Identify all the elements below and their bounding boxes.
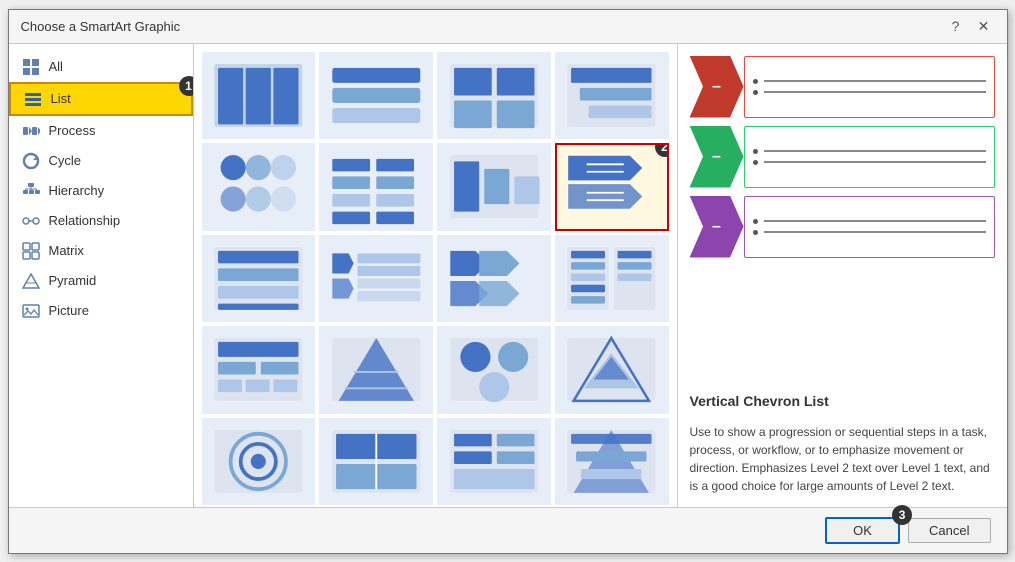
thumbnail-13[interactable] [202, 326, 316, 414]
dot-1a [753, 79, 758, 84]
ok-button[interactable]: OK [825, 517, 900, 544]
title-bar-left: Choose a SmartArt Graphic [21, 19, 181, 34]
sidebar-item-process[interactable]: Process [9, 116, 193, 146]
list-icon [23, 89, 43, 109]
dot-3a [753, 219, 758, 224]
chevron-minus-2: – [712, 148, 721, 166]
bullet-line-3a [753, 219, 986, 224]
bullet-line-2a [753, 149, 986, 154]
dash-3a [764, 220, 986, 222]
preview-description: Use to show a progression or sequential … [690, 423, 995, 495]
sidebar-label-list: List [51, 91, 71, 106]
preview-title: Vertical Chevron List [690, 393, 995, 409]
hierarchy-icon [21, 181, 41, 201]
thumbnail-10[interactable] [319, 235, 433, 323]
badge-1: 1 [179, 76, 194, 96]
thumbnail-4[interactable] [555, 52, 669, 140]
bullet-line-2b [753, 160, 986, 165]
chevron-minus-3: – [712, 218, 721, 236]
sidebar-label-hierarchy: Hierarchy [49, 183, 105, 198]
sidebar-label-matrix: Matrix [49, 243, 84, 258]
sidebar-label-cycle: Cycle [49, 153, 82, 168]
thumbnail-19[interactable] [437, 418, 551, 506]
preview-item-3: – [690, 196, 995, 258]
dash-2a [764, 150, 986, 152]
dialog-window: Choose a SmartArt Graphic ? ✕ All [8, 9, 1008, 554]
thumbnail-12[interactable] [555, 235, 669, 323]
thumbnail-9[interactable] [202, 235, 316, 323]
dash-2b [764, 161, 986, 163]
thumbnail-grid-area: 2 [194, 44, 677, 507]
dash-1a [764, 80, 986, 82]
thumbnail-5[interactable] [202, 143, 316, 231]
sidebar-item-cycle[interactable]: Cycle [9, 146, 193, 176]
all-icon [21, 57, 41, 77]
badge-3: 3 [892, 505, 912, 525]
sidebar-item-hierarchy[interactable]: Hierarchy [9, 176, 193, 206]
bullet-line-3b [753, 230, 986, 235]
preview-text-green [744, 126, 995, 188]
sidebar-item-relationship[interactable]: Relationship [9, 206, 193, 236]
sidebar-item-list[interactable]: List 1 [9, 82, 193, 116]
dash-3b [764, 231, 986, 233]
process-icon [21, 121, 41, 141]
cancel-button[interactable]: Cancel [908, 518, 990, 543]
dot-1b [753, 90, 758, 95]
ok-btn-wrapper: OK 3 [825, 517, 900, 544]
thumbnail-7[interactable] [437, 143, 551, 231]
picture-icon [21, 301, 41, 321]
thumbnail-11[interactable] [437, 235, 551, 323]
right-panel: – – [677, 44, 1007, 507]
bullet-line-1a [753, 79, 986, 84]
thumbnail-14[interactable] [319, 326, 433, 414]
preview-text-red [744, 56, 995, 118]
thumbnails-grid: 2 [202, 52, 669, 506]
thumbnail-1[interactable] [202, 52, 316, 140]
category-sidebar: All List 1 [9, 44, 194, 507]
chevron-red: – [690, 56, 744, 118]
sidebar-label-picture: Picture [49, 303, 89, 318]
sidebar-label-process: Process [49, 123, 96, 138]
title-bar: Choose a SmartArt Graphic ? ✕ [9, 10, 1007, 44]
sidebar-label-relationship: Relationship [49, 213, 121, 228]
dot-2b [753, 160, 758, 165]
preview-item-1: – [690, 56, 995, 118]
thumbnail-18[interactable] [319, 418, 433, 506]
thumbnail-scroll[interactable]: 2 [194, 44, 677, 507]
bullet-line-1b [753, 90, 986, 95]
sidebar-label-all: All [49, 59, 63, 74]
sidebar-item-matrix[interactable]: Matrix [9, 236, 193, 266]
thumbnail-2[interactable] [319, 52, 433, 140]
dot-2a [753, 149, 758, 154]
sidebar-item-picture[interactable]: Picture [9, 296, 193, 326]
thumbnail-chevron-selected[interactable]: 2 [555, 143, 669, 231]
sidebar-item-all[interactable]: All [9, 52, 193, 82]
title-bar-controls: ? ✕ [945, 15, 995, 37]
thumbnail-3[interactable] [437, 52, 551, 140]
sidebar-label-pyramid: Pyramid [49, 273, 97, 288]
dash-1b [764, 91, 986, 93]
thumbnail-16[interactable] [555, 326, 669, 414]
chevron-purple: – [690, 196, 744, 258]
chevron-green: – [690, 126, 744, 188]
thumbnail-17[interactable] [202, 418, 316, 506]
preview-text-purple [744, 196, 995, 258]
thumbnail-20[interactable] [555, 418, 669, 506]
relationship-icon [21, 211, 41, 231]
close-button[interactable]: ✕ [973, 15, 995, 37]
pyramid-icon [21, 271, 41, 291]
matrix-icon [21, 241, 41, 261]
thumbnail-6[interactable] [319, 143, 433, 231]
preview-item-2: – [690, 126, 995, 188]
bottom-bar: OK 3 Cancel [9, 507, 1007, 553]
dialog-content: All List 1 [9, 44, 1007, 507]
sidebar-item-pyramid[interactable]: Pyramid [9, 266, 193, 296]
preview-list: – – [690, 56, 995, 379]
help-button[interactable]: ? [945, 15, 967, 37]
dialog-title: Choose a SmartArt Graphic [21, 19, 181, 34]
thumbnail-15[interactable] [437, 326, 551, 414]
chevron-minus-1: – [712, 78, 721, 96]
dot-3b [753, 230, 758, 235]
cycle-icon [21, 151, 41, 171]
